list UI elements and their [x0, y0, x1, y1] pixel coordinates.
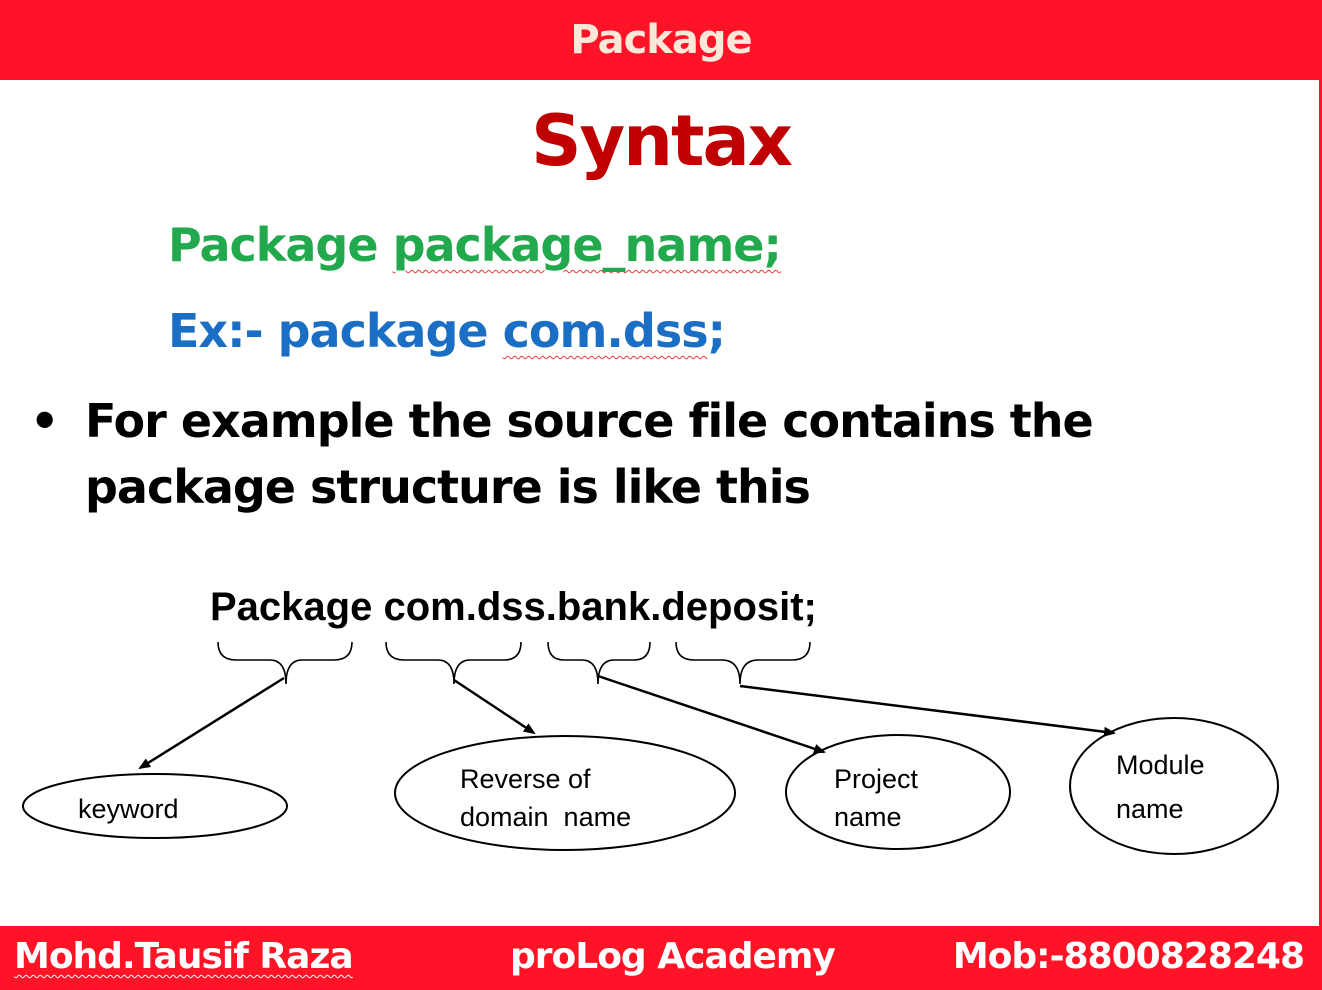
- syntax-package-name: package_name;: [392, 218, 782, 272]
- brace-domain: [385, 641, 522, 685]
- module-ellipse: [1069, 717, 1279, 855]
- domain-label-line1: Reverse of: [460, 764, 591, 794]
- syntax-heading: Syntax: [531, 100, 793, 182]
- footer-author: Mohd.Tausif Raza: [14, 936, 354, 977]
- package-statement: Package com.dss.bank.deposit;: [210, 585, 817, 629]
- example-package-name: com.dss: [502, 304, 709, 358]
- package-structure-diagram: Package com.dss.bank.deposit; keyword Re…: [22, 585, 1279, 855]
- brace-keyword: [217, 641, 353, 685]
- arrow-module: [739, 684, 1116, 737]
- keyword-label: keyword: [78, 794, 179, 824]
- project-label-line1: Project: [834, 764, 919, 794]
- slide-title: Package: [570, 17, 752, 63]
- module-label-line1: Module: [1116, 750, 1205, 780]
- footer-academy: proLog Academy: [510, 936, 836, 977]
- example-line: Ex:- package com.dss;: [168, 304, 726, 358]
- syntax-line: Package package_name;: [168, 218, 782, 272]
- example-prefix: Ex:- package: [168, 304, 489, 358]
- bullet-icon: •: [30, 394, 60, 448]
- arrow-keyword: [138, 676, 285, 770]
- syntax-keyword: Package: [168, 218, 379, 272]
- footer-mobile: Mob:-8800828248: [952, 936, 1305, 977]
- footer-bar: Mohd.Tausif Raza proLog Academy Mob:-880…: [0, 926, 1322, 990]
- bullet-text: For example the source file contains the…: [85, 394, 1094, 514]
- module-label-line2: name: [1116, 794, 1184, 824]
- arrow-domain: [453, 678, 536, 735]
- title-bar: Package: [0, 0, 1322, 80]
- project-label-line2: name: [834, 802, 902, 832]
- domain-label-line2: domain name: [460, 802, 631, 832]
- brace-module: [675, 641, 811, 685]
- bullet-item: • For example the source file contains t…: [30, 388, 1300, 520]
- brace-project: [547, 641, 651, 685]
- example-suffix: ;: [707, 304, 726, 358]
